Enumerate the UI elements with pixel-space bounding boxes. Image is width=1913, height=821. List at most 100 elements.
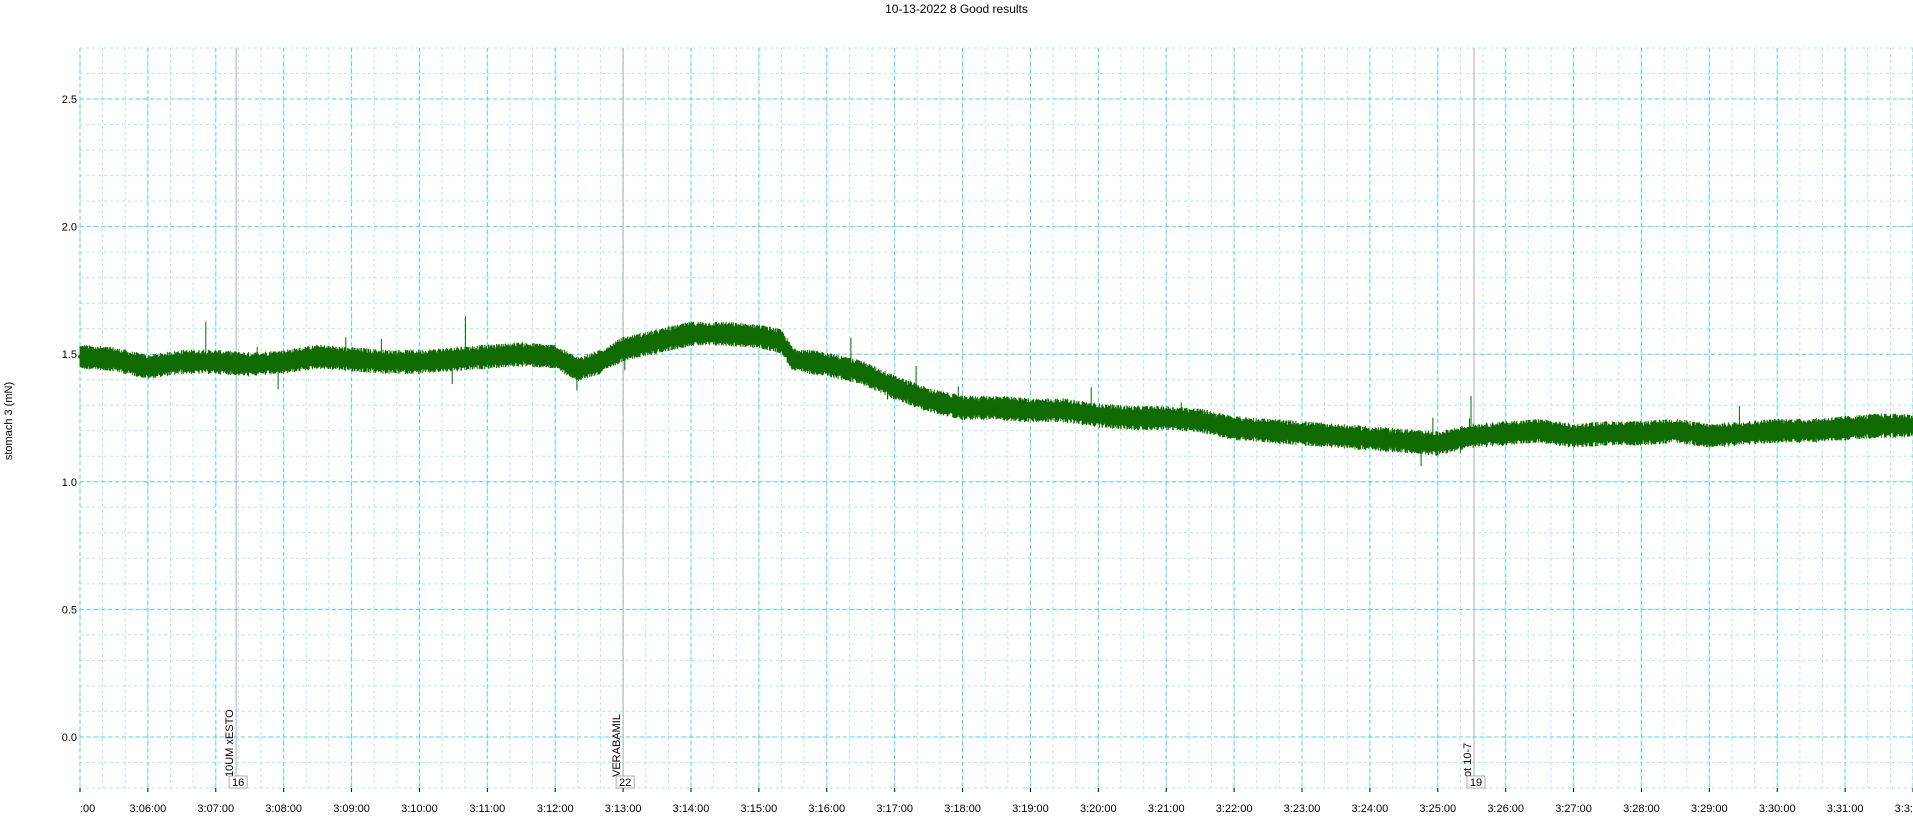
x-tick-label: 3:06:00 <box>130 803 167 815</box>
data-point <box>213 359 218 364</box>
data-point <box>1300 431 1304 436</box>
x-tick-label: 3:10:00 <box>401 803 438 815</box>
x-tick-label: 3:28:00 <box>1623 803 1660 815</box>
data-point <box>1707 433 1712 438</box>
data-point <box>315 354 320 359</box>
data-point <box>1639 431 1644 436</box>
x-tick-label: 3:18:00 <box>944 803 981 815</box>
x-tick-label: 3:29:00 <box>1691 803 1728 815</box>
x-tick-label: 3:31:00 <box>1827 803 1864 815</box>
y-tick-label: 0.5 <box>62 604 77 616</box>
x-tick-label: 3:13:00 <box>605 803 642 815</box>
data-point <box>1096 413 1101 418</box>
data-point <box>451 357 456 362</box>
x-tick-label: 3:3: <box>1895 803 1913 815</box>
x-tick-label: 3:15:00 <box>741 803 778 815</box>
data-point <box>1877 423 1882 428</box>
data-point <box>1571 433 1576 438</box>
data-point <box>111 357 116 362</box>
series-group <box>78 315 1913 466</box>
data-point <box>1062 408 1067 413</box>
data-point <box>281 359 286 364</box>
data-point <box>1164 416 1169 420</box>
data-point <box>1333 433 1338 438</box>
data-point <box>779 339 784 344</box>
data-point <box>1775 428 1780 433</box>
axes: 0.0 0.5 1.0 1.5 2.0 2.5 :00 3:06:00 3:07:00 3:08:… <box>62 94 1913 815</box>
x-tick-label: :00 <box>80 803 95 815</box>
event-marker-number: 19 <box>1470 777 1482 789</box>
data-point <box>1198 418 1203 423</box>
series-trace <box>79 315 1913 466</box>
data-point <box>383 359 388 364</box>
chart-plot[interactable]: 10UM xESTO16 VERABAMIL22 ot 10-719 0.0 0.5 1… <box>0 0 1913 821</box>
event-marker-label: VERABAMIL <box>611 714 623 777</box>
x-tick-label: 3:08:00 <box>265 803 302 815</box>
data-point <box>1843 426 1848 431</box>
data-point <box>1367 436 1372 441</box>
data-point <box>824 362 829 367</box>
y-tick-label: 1.5 <box>62 349 77 361</box>
x-tick-label: 3:11:00 <box>469 803 505 815</box>
data-point <box>519 352 524 357</box>
x-tick-label: 3:22:00 <box>1216 803 1253 815</box>
data-point <box>1537 428 1542 433</box>
data-point <box>1266 428 1271 433</box>
x-tick-label: 3:21:00 <box>1148 803 1185 815</box>
data-point <box>575 367 580 372</box>
x-tick-label: 3:20:00 <box>1080 803 1117 815</box>
x-tick-label: 3:19:00 <box>1012 803 1049 815</box>
data-point <box>892 385 897 390</box>
data-point <box>1809 428 1814 433</box>
data-point <box>553 354 558 359</box>
data-point <box>926 398 931 403</box>
y-tick-label: 2.0 <box>62 222 77 234</box>
data-point <box>349 357 354 362</box>
data-point <box>485 354 490 359</box>
data-point <box>1401 439 1406 443</box>
x-tick-label: 3:09:00 <box>333 803 370 815</box>
event-marker-label: 10UM xESTO <box>224 709 236 777</box>
data-point <box>1028 408 1033 413</box>
x-tick-label: 3:16:00 <box>808 803 845 815</box>
data-point <box>179 359 184 364</box>
data-point <box>78 354 82 359</box>
data-point <box>722 331 727 336</box>
x-tick-label: 3:27:00 <box>1555 803 1592 815</box>
x-tick-label: 3:23:00 <box>1284 803 1321 815</box>
data-point <box>858 370 863 375</box>
event-marker-label: ot 10-7 <box>1462 743 1474 777</box>
data-point <box>1435 441 1440 446</box>
x-tick-label: 3:17:00 <box>876 803 913 815</box>
x-tick-label: 3:30:00 <box>1759 803 1796 815</box>
event-markers: 10UM xESTO16 VERABAMIL22 ot 10-719 <box>224 48 1486 789</box>
data-point <box>1605 431 1610 436</box>
y-tick-label: 1.0 <box>62 477 77 489</box>
data-point <box>621 347 626 352</box>
data-point <box>1673 428 1678 433</box>
data-point <box>790 357 795 362</box>
data-point <box>1232 426 1237 431</box>
x-tick-label: 3:12:00 <box>537 803 574 815</box>
data-point <box>247 362 252 367</box>
data-point <box>994 405 999 410</box>
data-point <box>598 359 603 364</box>
x-tick-label: 3:24:00 <box>1352 803 1389 815</box>
data-point <box>1130 416 1135 420</box>
y-tick-label: 0.0 <box>62 732 77 744</box>
data-point <box>960 405 965 410</box>
x-tick-label: 3:14:00 <box>673 803 710 815</box>
y-tick-label: 2.5 <box>62 94 77 106</box>
data-point <box>1469 433 1474 438</box>
data-point <box>756 334 761 339</box>
event-marker-number: 16 <box>232 777 244 789</box>
x-tick-label: 3:07:00 <box>197 803 234 815</box>
data-point <box>655 339 660 344</box>
data-point <box>417 359 422 364</box>
event-marker-number: 22 <box>619 777 631 789</box>
data-point <box>689 331 693 336</box>
data-point <box>145 365 150 369</box>
x-tick-label: 3:25:00 <box>1419 803 1456 815</box>
data-point <box>1741 431 1746 436</box>
data-point <box>1503 431 1508 436</box>
